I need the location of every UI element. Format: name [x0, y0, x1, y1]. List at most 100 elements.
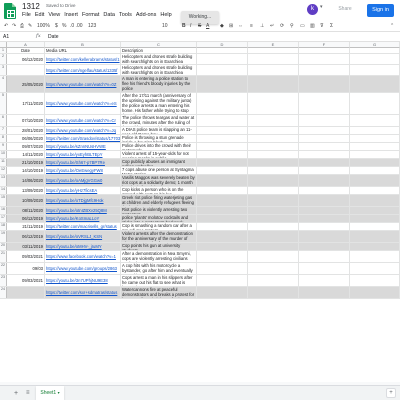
- empty-cell[interactable]: [350, 167, 400, 174]
- media-url-cell[interactable]: https://www.facebook.com/watch?v=1: [45, 251, 121, 262]
- row-number[interactable]: 5: [0, 93, 7, 114]
- empty-cell[interactable]: [197, 48, 248, 53]
- empty-cell[interactable]: [248, 187, 299, 194]
- empty-cell[interactable]: [350, 263, 400, 274]
- empty-cell[interactable]: [299, 275, 350, 286]
- fill-color-icon[interactable]: ◆: [220, 22, 224, 31]
- document-title[interactable]: 1312: [22, 2, 40, 11]
- empty-cell[interactable]: [197, 251, 248, 262]
- empty-cell[interactable]: [248, 115, 299, 126]
- date-cell[interactable]: [7, 65, 45, 75]
- empty-cell[interactable]: [197, 223, 248, 230]
- description-cell[interactable]: police 'plants' molotov cocktails and st…: [121, 215, 197, 222]
- name-box[interactable]: A1: [3, 34, 9, 40]
- empty-cell[interactable]: [350, 93, 400, 114]
- empty-cell[interactable]: [248, 48, 299, 53]
- row-number[interactable]: 24: [0, 287, 7, 298]
- row-number[interactable]: 12: [0, 167, 7, 174]
- empty-cell[interactable]: [197, 207, 248, 214]
- media-url-cell[interactable]: https://www.youtube.com/watch?v=eS: [45, 93, 121, 114]
- empty-cell[interactable]: [197, 54, 248, 64]
- paint-format-icon[interactable]: ✎: [28, 22, 32, 31]
- date-cell[interactable]: 09/03/2021: [7, 275, 45, 286]
- row-number[interactable]: 3: [0, 65, 7, 75]
- date-cell[interactable]: 09/03: [7, 263, 45, 274]
- empty-cell[interactable]: [299, 135, 350, 142]
- description-cell[interactable]: After a demonstration in Nea Smyrni, cop…: [121, 251, 197, 262]
- empty-cell[interactable]: [197, 151, 248, 158]
- date-cell[interactable]: 25/05/2020: [7, 76, 45, 92]
- empty-cell[interactable]: [350, 65, 400, 75]
- media-url-cell[interactable]: https://youtu.be/yxEyhBLTEpY: [45, 151, 121, 158]
- empty-cell[interactable]: [299, 187, 350, 194]
- empty-cell[interactable]: [350, 76, 400, 92]
- description-cell[interactable]: Vasilis Maggos was severely beaten by ri…: [121, 175, 197, 186]
- share-button[interactable]: Share: [334, 4, 356, 15]
- empty-cell[interactable]: [299, 115, 350, 126]
- decimal-format-buttons[interactable]: .0 .00: [70, 22, 83, 31]
- row-number[interactable]: 23: [0, 275, 7, 286]
- print-icon[interactable]: ⎙: [20, 22, 24, 31]
- zoom-select[interactable]: 100%: [37, 22, 50, 31]
- percent-format-button[interactable]: %: [62, 22, 66, 31]
- empty-cell[interactable]: [350, 207, 400, 214]
- date-cell[interactable]: 08/11/2020: [7, 207, 45, 214]
- media-url-cell[interactable]: https://www.youtube.com/watch?v=0Z: [45, 76, 121, 92]
- menu-tools[interactable]: Tools: [119, 12, 132, 18]
- date-cell[interactable]: 14/06/2020: [7, 175, 45, 186]
- empty-cell[interactable]: [248, 251, 299, 262]
- strikethrough-button[interactable]: S: [198, 22, 201, 31]
- empty-cell[interactable]: [299, 93, 350, 114]
- empty-cell[interactable]: [197, 275, 248, 286]
- empty-cell[interactable]: [350, 195, 400, 206]
- menu-help[interactable]: Help: [160, 12, 171, 18]
- media-url-cell[interactable]: https://youtu.be/OeEwegyFW8: [45, 167, 121, 174]
- empty-cell[interactable]: [350, 223, 400, 230]
- empty-cell[interactable]: [299, 243, 350, 250]
- media-url-cell[interactable]: https://youtu.be/sZnnNUsHVWE: [45, 143, 121, 150]
- rotate-icon[interactable]: ⟳: [280, 22, 284, 31]
- empty-cell[interactable]: [248, 275, 299, 286]
- empty-cell[interactable]: [248, 127, 299, 134]
- empty-cell[interactable]: [299, 231, 350, 242]
- row-number[interactable]: 20: [0, 243, 7, 250]
- row-number[interactable]: 6: [0, 115, 7, 126]
- empty-cell[interactable]: [350, 135, 400, 142]
- media-url-cell[interactable]: https://youtu.be/oMHV-_jIuMY: [45, 243, 121, 250]
- date-cell[interactable]: 21/11/2019: [7, 223, 45, 230]
- date-cell[interactable]: 09/03/2021: [7, 251, 45, 262]
- empty-cell[interactable]: [248, 159, 299, 166]
- date-cell[interactable]: 06/12/2020: [7, 54, 45, 64]
- empty-cell[interactable]: [197, 127, 248, 134]
- row-number[interactable]: 4: [0, 76, 7, 92]
- collapse-toolbar-icon[interactable]: ⌃: [390, 22, 394, 31]
- functions-icon[interactable]: Σ: [330, 22, 333, 31]
- empty-cell[interactable]: [350, 287, 400, 298]
- media-url-cell[interactable]: https://twitter.com/ngelfau/status/1335f: [45, 65, 121, 75]
- empty-cell[interactable]: [248, 65, 299, 75]
- description-cell[interactable]: Violent arrest of 15-year-olds for not w…: [121, 151, 197, 158]
- empty-cell[interactable]: [299, 175, 350, 186]
- row-number[interactable]: 2: [0, 54, 7, 64]
- description-cell[interactable]: Violent arrests after the demonstration …: [121, 231, 197, 242]
- description-cell[interactable]: Police is throwing a stun grenade inside…: [121, 135, 197, 142]
- menu-edit[interactable]: Edit: [35, 12, 44, 18]
- empty-cell[interactable]: [350, 151, 400, 158]
- empty-cell[interactable]: [350, 251, 400, 262]
- empty-cell[interactable]: [350, 243, 400, 250]
- wrap-icon[interactable]: ↵: [270, 22, 274, 31]
- menu-add-ons[interactable]: Add-ons: [136, 12, 157, 18]
- description-cell[interactable]: A DIAS police team is slapping an 11-yea…: [121, 127, 197, 134]
- empty-cell[interactable]: [248, 167, 299, 174]
- empty-cell[interactable]: [299, 54, 350, 64]
- empty-cell[interactable]: [197, 175, 248, 186]
- currency-format-button[interactable]: $: [55, 22, 58, 31]
- media-url-cell[interactable]: https://youtu.be/otnIZBXv25Q8M: [45, 207, 121, 214]
- row-number[interactable]: 17: [0, 215, 7, 222]
- empty-cell[interactable]: [350, 54, 400, 64]
- description-cell[interactable]: A man is entering a police station to fl…: [121, 76, 197, 92]
- empty-cell[interactable]: [248, 143, 299, 150]
- redo-icon[interactable]: ↷: [12, 22, 16, 31]
- date-cell[interactable]: Date: [7, 48, 45, 53]
- media-url-cell[interactable]: Media URL: [45, 48, 121, 53]
